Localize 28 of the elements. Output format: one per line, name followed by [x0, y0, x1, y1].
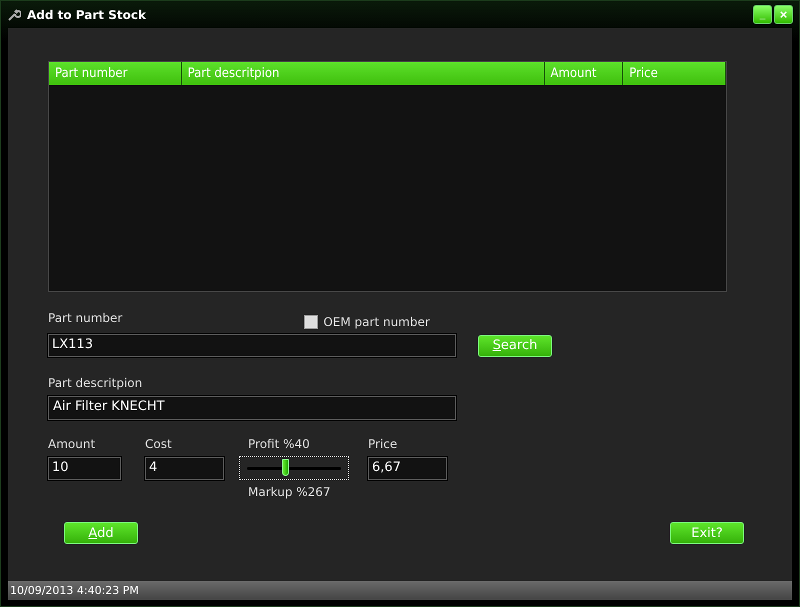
minimize-button[interactable]: _: [753, 5, 772, 24]
column-header[interactable]: Price: [623, 62, 726, 85]
column-header[interactable]: Part number: [49, 62, 182, 85]
part-number-field[interactable]: LX113: [48, 334, 456, 357]
status-bar: 10/09/2013 4:40:23 PM: [8, 581, 792, 600]
search-button[interactable]: Search: [478, 334, 552, 356]
cost-field[interactable]: 4: [145, 456, 224, 480]
field-label: Amount: [48, 437, 96, 451]
field-label: Part descritpion: [48, 376, 142, 390]
field-label: Part number: [48, 311, 122, 325]
markup-label: Markup %267: [248, 485, 332, 499]
slider-thumb[interactable]: [282, 458, 289, 476]
checkbox-label: OEM part number: [323, 315, 430, 329]
field-label: Price: [368, 437, 398, 451]
field-label: Cost: [145, 437, 173, 451]
exit-button[interactable]: Exit?: [670, 522, 744, 544]
column-header[interactable]: Amount: [544, 62, 624, 85]
checkbox[interactable]: [304, 315, 318, 329]
price-field[interactable]: 6,67: [368, 456, 447, 480]
part-description-field[interactable]: Air Filter KNECHT: [48, 396, 456, 420]
wrench-icon: [7, 8, 21, 22]
window-title: Add to Part Stock: [27, 8, 146, 22]
close-button[interactable]: ×: [774, 5, 793, 24]
slider-label: Profit %40: [248, 437, 311, 451]
add-button[interactable]: Add: [64, 522, 138, 544]
amount-field[interactable]: 10: [48, 456, 121, 480]
profit-slider[interactable]: [239, 456, 349, 480]
column-header[interactable]: Part descritpion: [182, 62, 544, 85]
